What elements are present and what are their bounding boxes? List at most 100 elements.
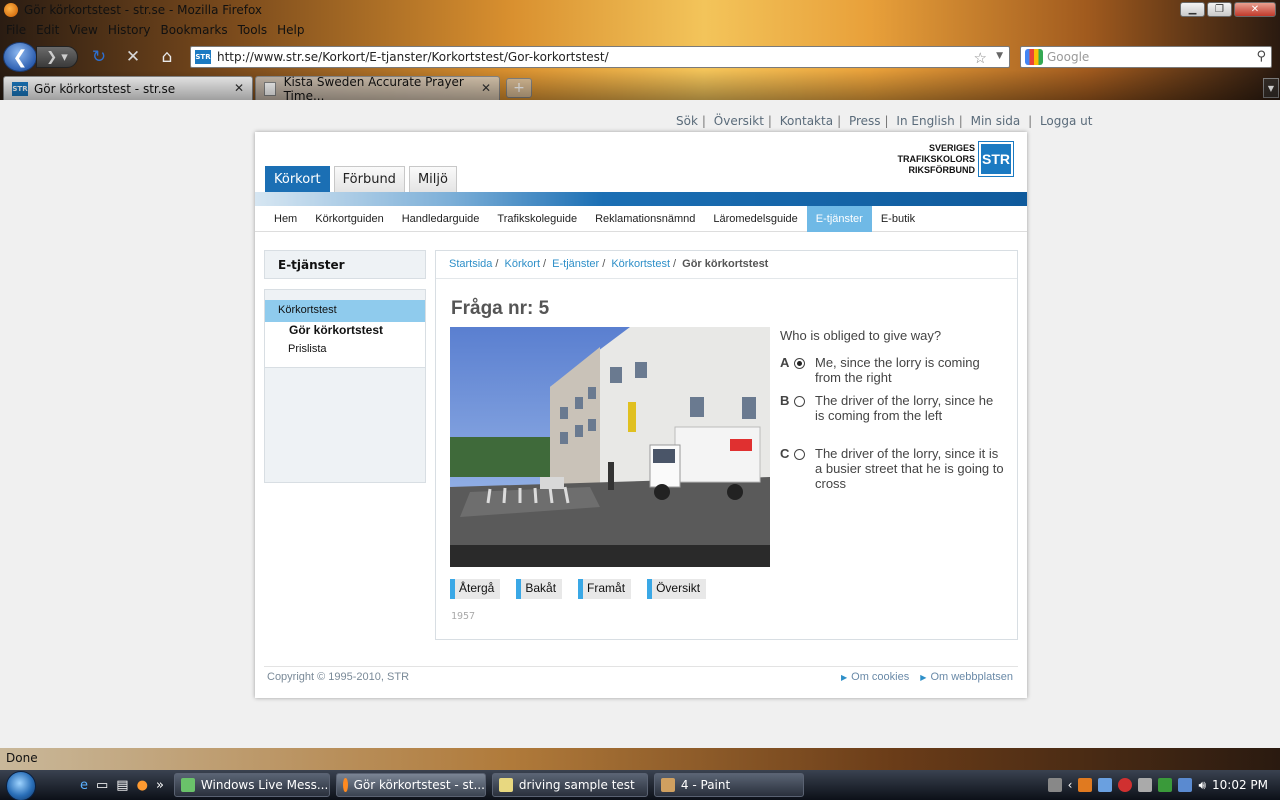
windows-orb-icon[interactable]	[6, 771, 36, 800]
tab-korkort[interactable]: Körkort	[265, 166, 330, 192]
menu-tools[interactable]: Tools	[234, 23, 272, 37]
tab-close-icon[interactable]: ✕	[481, 81, 491, 95]
crumb-korkortstest[interactable]: Körkortstest	[611, 258, 670, 270]
option-text[interactable]: The driver of the lorry, since it is a b…	[815, 446, 1005, 491]
more-icon[interactable]: »	[156, 778, 164, 793]
sidebar-item-korkortstest[interactable]: Körkortstest	[265, 300, 425, 322]
overview-button[interactable]: Översikt	[647, 579, 707, 599]
menu-history[interactable]: History	[104, 23, 155, 37]
sidebar-item-prislista[interactable]: Prislista	[288, 343, 327, 355]
previous-button[interactable]: Bakåt	[516, 579, 563, 599]
tray-expand-icon[interactable]: ‹	[1068, 778, 1073, 792]
radio-c[interactable]	[794, 449, 805, 460]
subnav-hem[interactable]: Hem	[265, 206, 306, 232]
logo-text: SVERIGES TRAFIKSKOLORS RIKSFÖRBUND	[897, 142, 976, 175]
sidebar-item-gor-korkortstest[interactable]: Gör körkortstest	[289, 323, 383, 337]
taskbar-paint[interactable]: 4 - Paint	[653, 773, 804, 797]
search-icon[interactable]: ⚲	[1256, 49, 1266, 64]
maximize-button[interactable]: ❐	[1207, 2, 1232, 17]
stop-button[interactable]: ✕	[122, 46, 144, 68]
forward-button[interactable]: ❯ ▾	[36, 46, 78, 68]
tab-forbund[interactable]: Förbund	[333, 166, 405, 192]
keyboard-icon[interactable]	[1047, 778, 1062, 792]
option-letter: B	[780, 393, 790, 408]
answer-option-a[interactable]: A Me, since the lorry is coming from the…	[780, 355, 1005, 385]
answer-option-b[interactable]: B The driver of the lorry, since he is c…	[780, 393, 1005, 423]
top-link-kontakta[interactable]: Kontakta	[780, 114, 833, 128]
taskbar-label: Gör körkortstest - st...	[353, 778, 485, 792]
site-favicon: STR	[195, 50, 211, 64]
menu-file[interactable]: File	[2, 23, 30, 37]
tab-close-icon[interactable]: ✕	[234, 81, 244, 95]
top-link-sok[interactable]: Sök	[676, 114, 698, 128]
subnav-reklamationsnamnd[interactable]: Reklamationsnämnd	[586, 206, 704, 232]
search-box[interactable]: Google ⚲	[1020, 46, 1272, 68]
url-dropdown-icon[interactable]: ▼	[996, 51, 1003, 61]
desktop-icon[interactable]: ▭	[96, 778, 108, 793]
answer-option-c[interactable]: C The driver of the lorry, since it is a…	[780, 446, 1005, 491]
option-text[interactable]: Me, since the lorry is coming from the r…	[815, 355, 1005, 385]
top-link-min-sida[interactable]: Min sida	[971, 114, 1021, 128]
radio-b[interactable]	[794, 396, 805, 407]
crumb-startsida[interactable]: Startsida	[449, 258, 492, 270]
logo-mark: STR	[978, 141, 1014, 177]
option-text[interactable]: The driver of the lorry, since he is com…	[815, 393, 1005, 423]
next-button[interactable]: Framåt	[578, 579, 632, 599]
reload-button[interactable]: ↻	[88, 46, 110, 68]
option-letter: A	[780, 355, 790, 370]
search-placeholder[interactable]: Google	[1047, 50, 1089, 64]
tray-app-icon[interactable]	[1098, 778, 1113, 792]
menu-bookmarks[interactable]: Bookmarks	[157, 23, 232, 37]
menu-edit[interactable]: Edit	[32, 23, 63, 37]
return-button[interactable]: Återgå	[450, 579, 501, 599]
top-link-logga-ut[interactable]: Logga ut	[1040, 114, 1093, 128]
menu-help[interactable]: Help	[273, 23, 308, 37]
crumb-korkort[interactable]: Körkort	[505, 258, 540, 270]
minimize-button[interactable]: ▁	[1180, 2, 1205, 17]
google-icon[interactable]	[1025, 49, 1043, 65]
quick-launch: e ▭ ▤ ● »	[80, 778, 164, 793]
network-icon[interactable]	[1178, 778, 1193, 792]
subnav-handledarguide[interactable]: Handledarguide	[393, 206, 489, 232]
footer-link-cookies[interactable]: Om cookies	[851, 671, 909, 683]
ie-icon[interactable]: e	[80, 778, 88, 793]
close-button[interactable]: ✕	[1234, 2, 1276, 17]
home-button[interactable]: ⌂	[156, 46, 178, 68]
menu-view[interactable]: View	[65, 23, 101, 37]
back-button[interactable]: ❮	[3, 42, 37, 72]
switch-windows-icon[interactable]: ▤	[116, 778, 128, 793]
tray-app-icon[interactable]	[1078, 778, 1093, 792]
address-bar[interactable]: STR http://www.str.se/Korkort/E-tjanster…	[190, 46, 1010, 68]
subnav-e-butik[interactable]: E-butik	[872, 206, 924, 232]
subnav-laromedelsguide[interactable]: Läromedelsguide	[704, 206, 806, 232]
tray-app-icon[interactable]	[1138, 778, 1153, 792]
firefox-quick-icon[interactable]: ●	[137, 778, 148, 793]
tab-miljo[interactable]: Miljö	[408, 166, 457, 192]
tab-inactive[interactable]: Kista Sweden Accurate Prayer Time... ✕	[255, 75, 500, 100]
start-button[interactable]	[0, 770, 40, 800]
str-logo[interactable]: SVERIGES TRAFIKSKOLORS RIKSFÖRBUND STR	[897, 141, 1014, 177]
taskbar-label: driving sample test	[518, 778, 635, 792]
footer-link-webbplatsen[interactable]: Om webbplatsen	[930, 671, 1013, 683]
question-id: 1957	[451, 611, 476, 622]
bookmark-star-icon[interactable]: ☆	[974, 49, 987, 67]
subnav-e-tjanster[interactable]: E-tjänster	[806, 205, 872, 232]
top-link-english[interactable]: In English	[896, 114, 954, 128]
top-link-press[interactable]: Press	[849, 114, 881, 128]
subnav-trafikskoleguide[interactable]: Trafikskoleguide	[488, 206, 586, 232]
crumb-e-tjanster[interactable]: E-tjänster	[552, 258, 599, 270]
new-tab-button[interactable]: +	[506, 78, 532, 98]
top-link-oversikt[interactable]: Översikt	[714, 114, 764, 128]
tab-active[interactable]: STR Gör körkortstest - str.se ✕	[3, 76, 253, 100]
radio-a[interactable]	[794, 358, 805, 369]
url-text[interactable]: http://www.str.se/Korkort/E-tjanster/Kor…	[217, 50, 609, 64]
battery-icon[interactable]	[1158, 778, 1173, 792]
tray-app-icon[interactable]	[1118, 778, 1133, 792]
subnav-korkortguiden[interactable]: Körkortguiden	[306, 206, 393, 232]
volume-icon[interactable]: 🔊︎	[1198, 778, 1206, 793]
taskbar-firefox[interactable]: Gör körkortstest - st...	[335, 773, 486, 797]
taskbar-messenger[interactable]: Windows Live Mess...	[173, 773, 330, 797]
clock[interactable]: 10:02 PM	[1212, 778, 1268, 792]
tab-list-button[interactable]: ▼	[1263, 78, 1279, 98]
taskbar-document[interactable]: driving sample test	[491, 773, 648, 797]
